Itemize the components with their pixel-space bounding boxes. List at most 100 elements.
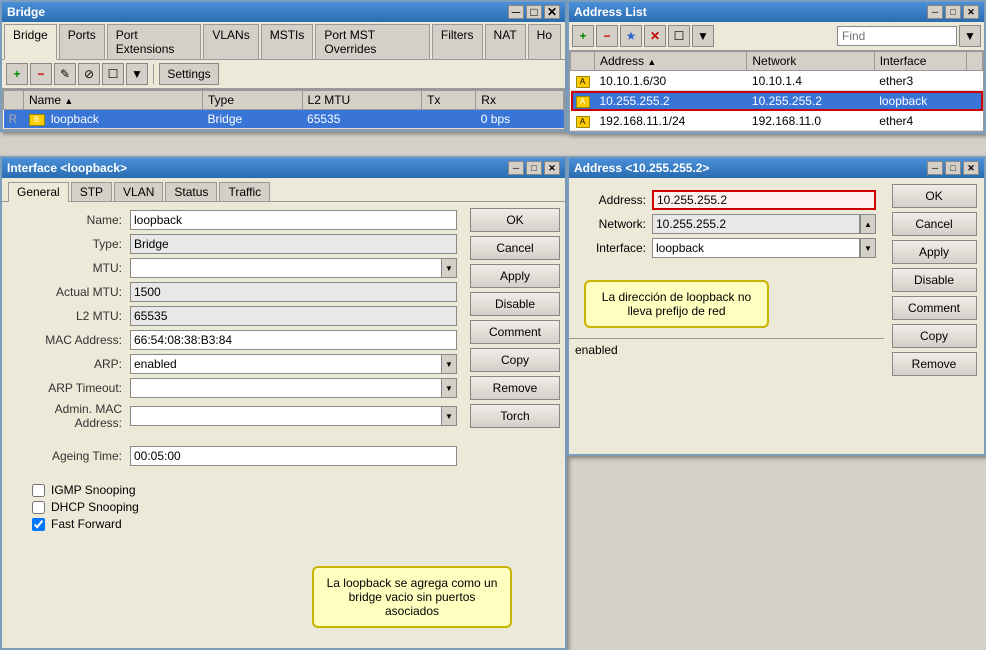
iw-minimize-btn[interactable]: ─: [508, 161, 524, 175]
subtab-stp[interactable]: STP: [71, 182, 112, 201]
arp-row: ARP: ▼: [2, 354, 465, 374]
interface-field-label: Interface:: [577, 241, 652, 255]
arp-timeout-input[interactable]: [130, 378, 441, 398]
name-input[interactable]: [130, 210, 457, 230]
maximize-btn[interactable]: □: [526, 5, 542, 19]
table-row[interactable]: A 10.255.255.2 10.255.255.2 loopback: [571, 91, 983, 111]
interface-window: Interface <loopback> ─ □ ✕ General STP V…: [0, 156, 567, 650]
tab-nat[interactable]: NAT: [485, 24, 526, 59]
iw-torch-btn[interactable]: Torch: [470, 404, 560, 428]
copy-btn2[interactable]: ☐: [102, 63, 124, 85]
fast-forward-label: Fast Forward: [51, 517, 122, 531]
al-minimize-btn[interactable]: ─: [927, 5, 943, 19]
al-filter-btn[interactable]: ▼: [692, 25, 714, 47]
admin-mac-input[interactable]: [130, 406, 441, 426]
iw-close-btn[interactable]: ✕: [544, 161, 560, 175]
iw-cancel-btn[interactable]: Cancel: [470, 236, 560, 260]
row-name: B loopback: [24, 110, 203, 129]
address-callout: La dirección de loopback no lleva prefij…: [584, 280, 769, 328]
address-detail-form: Address: Network: ▲ Interface: ▼: [569, 178, 884, 270]
ad-remove-btn[interactable]: Remove: [892, 352, 977, 376]
table-row[interactable]: A 192.168.11.1/24 192.168.11.0 ether4: [571, 111, 983, 131]
addr-network2: 10.255.255.2: [747, 91, 874, 111]
al-filter-icon: ▼: [697, 29, 709, 43]
mtu-arrow-btn[interactable]: ▼: [441, 258, 457, 278]
arp-input[interactable]: [130, 354, 441, 374]
al-add-btn[interactable]: +: [572, 25, 594, 47]
mac-input[interactable]: [130, 330, 457, 350]
remove-btn[interactable]: −: [30, 63, 52, 85]
minus-icon: −: [37, 67, 44, 81]
add-btn[interactable]: +: [6, 63, 28, 85]
minimize-btn[interactable]: ─: [508, 5, 524, 19]
mtu-input[interactable]: [130, 258, 441, 278]
tab-vlans[interactable]: VLANs: [203, 24, 258, 59]
subtab-vlan[interactable]: VLAN: [114, 182, 163, 201]
subtab-traffic[interactable]: Traffic: [219, 182, 270, 201]
address-status-bar: enabled: [569, 338, 884, 362]
ad-apply-btn[interactable]: Apply: [892, 240, 977, 264]
ad-cancel-btn[interactable]: Cancel: [892, 212, 977, 236]
al-remove-btn[interactable]: −: [596, 25, 618, 47]
tab-ho[interactable]: Ho: [528, 24, 561, 59]
al-close-btn[interactable]: ✕: [963, 5, 979, 19]
addr-row-icon3: A: [571, 111, 595, 131]
table-row[interactable]: A 10.10.1.6/30 10.10.1.4 ether3: [571, 71, 983, 91]
tab-bridge[interactable]: Bridge: [4, 24, 57, 60]
find-input[interactable]: [837, 26, 957, 46]
ad-minimize-btn[interactable]: ─: [927, 161, 943, 175]
iw-copy-btn[interactable]: Copy: [470, 348, 560, 372]
addr-row-icon: A: [571, 71, 595, 91]
iw-comment-btn[interactable]: Comment: [470, 320, 560, 344]
close-btn[interactable]: ✕: [544, 5, 560, 19]
ad-close-btn[interactable]: ✕: [963, 161, 979, 175]
edit-btn[interactable]: ✎: [54, 63, 76, 85]
iw-remove-btn[interactable]: Remove: [470, 376, 560, 400]
arp-arrow-btn[interactable]: ▼: [441, 354, 457, 374]
igmp-checkbox[interactable]: [32, 484, 45, 497]
subtab-status[interactable]: Status: [165, 182, 217, 201]
iw-disable-btn[interactable]: Disable: [470, 292, 560, 316]
arp-timeout-container: ▼: [130, 378, 457, 398]
interface-arrow-btn[interactable]: ▼: [860, 238, 876, 258]
interface-callout-text: La loopback se agrega como un bridge vac…: [327, 576, 498, 618]
table-row[interactable]: R B loopback Bridge 65535 0 bps: [4, 110, 564, 129]
interface-form: Name: Type: MTU: ▼ Actual MTU: L2 MTU:: [2, 202, 465, 602]
address-list-titlebar: Address List ─ □ ✕: [569, 2, 984, 22]
fast-forward-checkbox[interactable]: [32, 518, 45, 531]
al-delete-btn[interactable]: ✕: [644, 25, 666, 47]
interface-field-input[interactable]: [652, 238, 860, 258]
maximize-icon: □: [530, 5, 537, 19]
addr-network3: 192.168.11.0: [747, 111, 874, 131]
arp-timeout-arrow-btn[interactable]: ▼: [441, 378, 457, 398]
address-field-input[interactable]: [652, 190, 876, 210]
ad-maximize-btn[interactable]: □: [945, 161, 961, 175]
admin-mac-arrow-btn[interactable]: ▼: [441, 406, 457, 426]
tab-ports[interactable]: Ports: [59, 24, 105, 59]
tab-filters[interactable]: Filters: [432, 24, 483, 59]
iw-ok-btn[interactable]: OK: [470, 208, 560, 232]
network-arrow-btn[interactable]: ▲: [860, 214, 876, 234]
ageing-input[interactable]: [130, 446, 457, 466]
admin-mac-label: Admin. MAC Address:: [10, 402, 130, 430]
tab-port-extensions[interactable]: Port Extensions: [107, 24, 202, 59]
al-copy-btn[interactable]: ☐: [668, 25, 690, 47]
dhcp-checkbox[interactable]: [32, 501, 45, 514]
settings-btn[interactable]: Settings: [159, 63, 219, 85]
ad-comment-btn[interactable]: Comment: [892, 296, 977, 320]
iw-maximize-btn[interactable]: □: [526, 161, 542, 175]
iw-apply-btn[interactable]: Apply: [470, 264, 560, 288]
type-label: Type:: [10, 237, 130, 251]
ad-copy-btn[interactable]: Copy: [892, 324, 977, 348]
disable-btn[interactable]: ⊘: [78, 63, 100, 85]
ad-ok-btn[interactable]: OK: [892, 184, 977, 208]
address-detail-content: Address: Network: ▲ Interface: ▼ La dire…: [569, 178, 984, 386]
filter-btn[interactable]: ▼: [126, 63, 148, 85]
subtab-general[interactable]: General: [8, 182, 69, 202]
tab-mstis[interactable]: MSTIs: [261, 24, 314, 59]
al-maximize-btn[interactable]: □: [945, 5, 961, 19]
ad-disable-btn[interactable]: Disable: [892, 268, 977, 292]
find-arrow-btn[interactable]: ▼: [959, 25, 981, 47]
tab-port-mst-overrides[interactable]: Port MST Overrides: [315, 24, 430, 59]
al-enable-btn[interactable]: ★: [620, 25, 642, 47]
